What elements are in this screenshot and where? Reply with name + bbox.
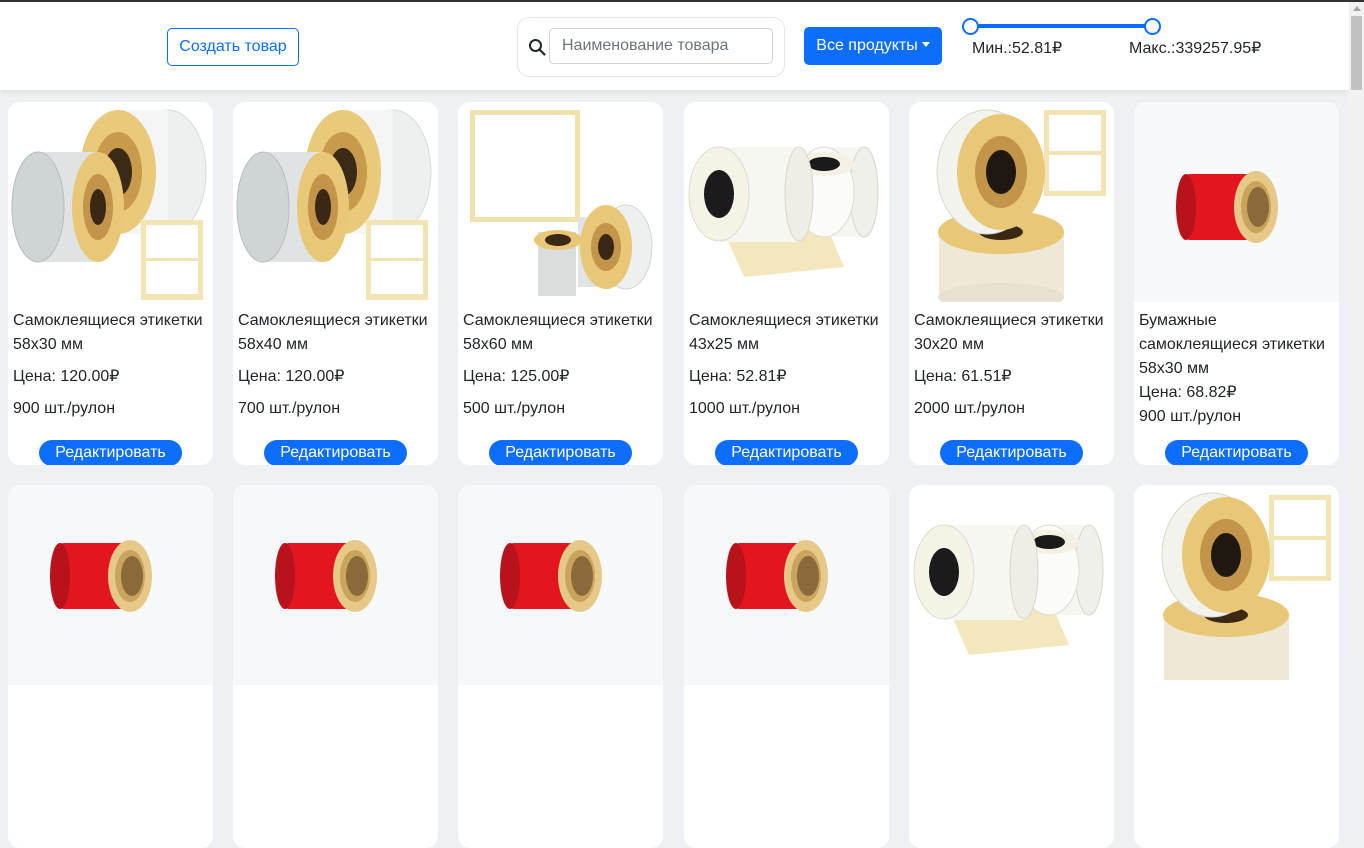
edit-product-button[interactable]: Редактировать <box>715 440 858 465</box>
search-icon[interactable] <box>528 38 546 56</box>
product-card: Самоклеящиеся этикетки 30х20 мм Цена: 61… <box>909 102 1114 465</box>
product-quantity: 500 шт./рулон <box>463 400 566 417</box>
product-image <box>909 102 1114 311</box>
product-card: Самоклеящиеся этикетки 58х40 мм Цена: 12… <box>233 102 438 465</box>
product-image <box>684 485 889 685</box>
product-image <box>909 485 1114 685</box>
product-price: Цена: 125.00₽ <box>463 368 570 385</box>
product-title: Бумажные самоклеящиеся этикетки 58х30 мм <box>1139 312 1325 377</box>
product-card <box>233 485 438 848</box>
edit-product-button[interactable]: Редактировать <box>489 440 632 465</box>
product-card <box>909 485 1114 848</box>
product-image <box>458 485 663 685</box>
product-image <box>8 485 213 685</box>
price-range-slider[interactable] <box>970 24 1153 28</box>
toolbar: Создать товар Все продукты Мин.:52.81₽ М… <box>0 2 1349 90</box>
page-scrollbar[interactable] <box>1349 2 1364 662</box>
product-quantity: 2000 шт./рулон <box>914 400 1025 417</box>
edit-product-button[interactable]: Редактировать <box>39 440 182 465</box>
product-card <box>458 485 663 848</box>
product-title: Самоклеящиеся этикетки 58х60 мм <box>463 312 653 353</box>
product-card <box>1134 485 1339 848</box>
product-title: Самоклеящиеся этикетки 58х30 мм <box>13 312 203 353</box>
product-card: Бумажные самоклеящиеся этикетки 58х30 мм… <box>1134 102 1339 465</box>
product-image <box>684 102 889 302</box>
product-filter-dropdown[interactable]: Все продукты <box>804 27 942 65</box>
product-image <box>233 485 438 685</box>
edit-product-button[interactable]: Редактировать <box>1165 440 1308 465</box>
price-min-label: Мин.:52.81₽ <box>972 40 1063 57</box>
edit-product-button[interactable]: Редактировать <box>940 440 1083 465</box>
price-slider-min-handle[interactable] <box>962 18 979 35</box>
product-card: Самоклеящиеся этикетки 43х25 мм Цена: 52… <box>684 102 889 465</box>
product-title: Самоклеящиеся этикетки 58х40 мм <box>238 312 428 353</box>
caret-down-icon <box>921 42 930 47</box>
product-card <box>8 485 213 848</box>
product-filter-label: Все продукты <box>816 37 918 54</box>
product-image <box>1134 102 1339 302</box>
price-slider-max-handle[interactable] <box>1144 18 1161 35</box>
product-quantity: 900 шт./рулон <box>1139 408 1242 425</box>
product-price: Цена: 68.82₽ <box>1139 384 1237 401</box>
product-image <box>1134 485 1339 685</box>
edit-product-button[interactable]: Редактировать <box>264 440 407 465</box>
scrollbar-thumb[interactable] <box>1351 16 1362 90</box>
product-price: Цена: 61.51₽ <box>914 368 1012 385</box>
product-quantity: 1000 шт./рулон <box>689 400 800 417</box>
scroll-up-icon[interactable] <box>1353 6 1361 11</box>
create-product-button[interactable]: Создать товар <box>167 28 299 66</box>
product-price: Цена: 52.81₽ <box>689 368 787 385</box>
product-card: Самоклеящиеся этикетки 58х60 мм Цена: 12… <box>458 102 663 465</box>
product-card <box>684 485 889 848</box>
product-quantity: 700 шт./рулон <box>238 400 341 417</box>
product-quantity: 900 шт./рулон <box>13 400 116 417</box>
product-price: Цена: 120.00₽ <box>13 368 120 385</box>
search-input[interactable] <box>549 28 773 64</box>
product-title: Самоклеящиеся этикетки 30х20 мм <box>914 312 1104 353</box>
product-title: Самоклеящиеся этикетки 43х25 мм <box>689 312 879 353</box>
product-card: Самоклеящиеся этикетки 58х30 мм Цена: 12… <box>8 102 213 465</box>
product-price: Цена: 120.00₽ <box>238 368 345 385</box>
product-image <box>233 102 438 302</box>
product-image <box>458 102 663 302</box>
price-max-label: Макс.:339257.95₽ <box>1129 40 1262 57</box>
search-group <box>517 17 785 77</box>
product-image <box>8 102 213 302</box>
